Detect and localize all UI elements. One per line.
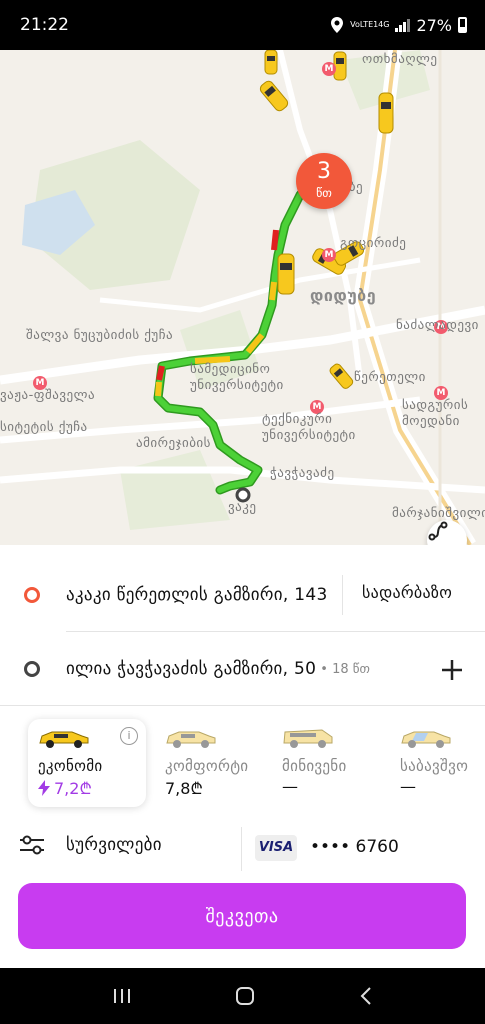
payment-card-number[interactable]: •••• 6760 bbox=[310, 837, 399, 857]
taxi-car-icon bbox=[378, 92, 394, 134]
map-label: ვაკე bbox=[228, 500, 257, 515]
home-icon[interactable] bbox=[234, 985, 256, 1007]
destination-eta: • 18 წთ bbox=[320, 661, 370, 677]
tariff-price: 7,2₾ bbox=[38, 777, 92, 799]
tariff-price-value: 7,2₾ bbox=[54, 779, 92, 798]
system-nav-bar bbox=[0, 968, 485, 1024]
divider bbox=[342, 575, 343, 615]
network-type: 4G bbox=[378, 20, 390, 29]
tariff-minivan[interactable]: მინივენი — bbox=[272, 719, 390, 807]
tariff-name: მინივენი bbox=[282, 757, 347, 775]
kids-car-icon bbox=[401, 731, 451, 748]
metro-icon: M bbox=[322, 248, 336, 262]
wishes-label: სურვილები bbox=[66, 835, 162, 855]
back-icon[interactable] bbox=[358, 986, 374, 1006]
origin-address[interactable]: აკაკი წერეთლის გამზირი, 143 bbox=[66, 585, 328, 605]
map-canvas bbox=[0, 50, 485, 545]
map-label: სამედიცინო უნივერსიტეტი bbox=[190, 362, 284, 393]
map-label: ნაძალადევი bbox=[396, 318, 479, 333]
location-icon bbox=[331, 17, 344, 33]
map-label: დიდუბე bbox=[310, 286, 377, 305]
battery-percent: 27% bbox=[416, 15, 452, 35]
map-label: სადგურის მოედანი bbox=[402, 398, 469, 429]
map-label: ამირეჯიბის bbox=[136, 436, 211, 451]
order-button[interactable]: შეკვეთა bbox=[18, 883, 466, 949]
tariff-selector: i ეკონომი 7,2₾ კომფორტი 7,8₾ მინივენი — … bbox=[0, 719, 485, 809]
wishes-button[interactable]: სურვილები bbox=[18, 833, 162, 857]
entrance-button[interactable]: სადარბაზო bbox=[362, 583, 452, 602]
signal-icon bbox=[395, 18, 411, 32]
taxi-car-icon bbox=[277, 253, 295, 295]
divider bbox=[0, 705, 485, 706]
tariff-name: ეკონომი bbox=[38, 757, 103, 775]
add-stop-icon[interactable] bbox=[441, 659, 463, 681]
tariff-price: 7,8₾ bbox=[165, 779, 203, 798]
map-label: ვაჟა-ფშაველა bbox=[0, 388, 96, 403]
minivan-icon bbox=[283, 729, 333, 748]
tariff-economy[interactable]: i ეკონომი 7,2₾ bbox=[28, 719, 146, 807]
map-label: შალვა ნუცუბიძის ქუჩა bbox=[26, 328, 174, 343]
metro-icon: M bbox=[322, 62, 336, 76]
pickup-eta-badge: 3 წთ bbox=[296, 153, 352, 209]
tariff-price: — bbox=[400, 777, 416, 796]
settings-sliders-icon bbox=[20, 835, 44, 855]
route-icon bbox=[428, 521, 448, 541]
options-row: სურვილები VISA •••• 6760 bbox=[0, 823, 485, 875]
battery-icon bbox=[458, 17, 467, 33]
destination-address[interactable]: ილია ჭავჭავაძის გამზირი, 50 bbox=[66, 659, 316, 679]
eta-value: 3 bbox=[317, 159, 331, 184]
map-label: ჭავჭავაძე bbox=[270, 466, 335, 481]
tariff-name: საბავშვო bbox=[400, 757, 469, 775]
tariff-kids[interactable]: საბავშვო — bbox=[390, 719, 485, 807]
tariff-price: — bbox=[282, 777, 298, 796]
destination-dot-icon bbox=[24, 661, 40, 677]
map-label: მარჯანიშვილი bbox=[392, 506, 485, 521]
map-label: ტექნიკური უნივერსიტეტი bbox=[262, 412, 356, 443]
map-label: გოცირიძე bbox=[340, 236, 407, 251]
visa-card-icon: VISA bbox=[255, 835, 297, 861]
map[interactable]: M M M M M M ოთხმაღლე დიდუბე გოცირიძე დიდ… bbox=[0, 50, 485, 545]
tariff-comfort[interactable]: კომფორტი 7,8₾ bbox=[155, 719, 273, 807]
divider bbox=[241, 827, 242, 871]
order-sheet: აკაკი წერეთლის გამზირი, 143 სადარბაზო ილ… bbox=[0, 545, 485, 968]
recent-apps-icon[interactable] bbox=[111, 986, 133, 1006]
surge-lightning-icon bbox=[38, 780, 50, 796]
map-label: წერეთელი bbox=[354, 370, 426, 385]
tariff-name: კომფორტი bbox=[165, 757, 249, 775]
divider bbox=[66, 631, 485, 632]
status-time: 21:22 bbox=[20, 15, 69, 35]
status-icons: VoLTE1 4G 27% bbox=[330, 16, 467, 35]
origin-dot-icon bbox=[24, 587, 40, 603]
eta-unit: წთ bbox=[316, 186, 332, 200]
economy-car-icon bbox=[39, 731, 89, 748]
status-bar: 21:22 VoLTE1 4G 27% bbox=[0, 0, 485, 50]
volte-indicator: VoLTE1 bbox=[350, 20, 379, 29]
map-label: ოთხმაღლე bbox=[362, 52, 438, 67]
map-label: სიტეტის ქუჩა bbox=[0, 420, 88, 435]
comfort-car-icon bbox=[166, 731, 216, 748]
destination-row[interactable]: ილია ჭავჭავაძის გამზირი, 50 • 18 წთ bbox=[0, 639, 485, 699]
info-icon[interactable]: i bbox=[120, 727, 138, 745]
